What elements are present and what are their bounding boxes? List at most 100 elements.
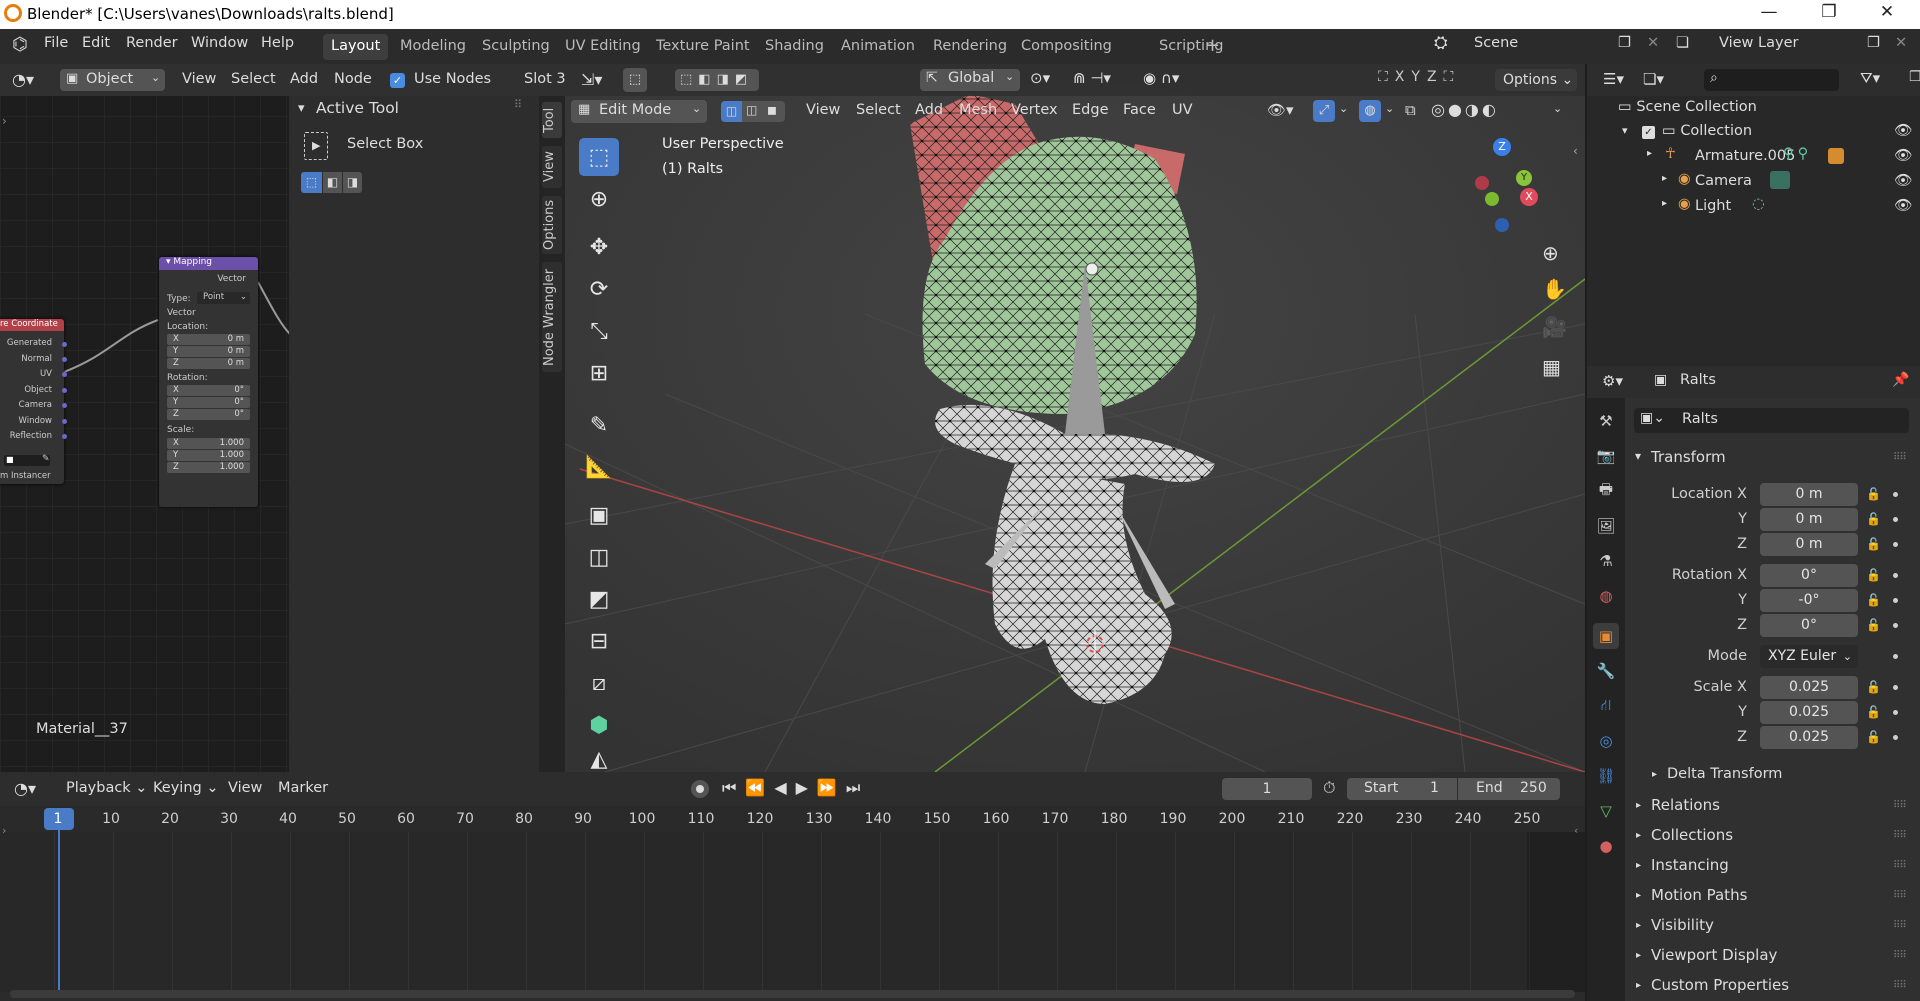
pan-hand-icon[interactable]: ✋ <box>1542 277 1567 301</box>
location-y-field[interactable]: 0 m <box>1760 508 1858 531</box>
eye-icon[interactable]: 👁 <box>1894 147 1912 164</box>
expand-icon[interactable]: ▸ <box>1636 950 1641 961</box>
menu-edit[interactable]: Edit <box>82 35 110 51</box>
keyframe-dot-icon[interactable] <box>1893 623 1898 628</box>
timeline-menu-view[interactable]: View <box>228 780 262 796</box>
scale-x-field[interactable]: X 1.000 <box>167 438 250 449</box>
collection-row[interactable]: ▭ Collection <box>1662 123 1752 139</box>
scale-x-field[interactable]: 0.025 <box>1760 676 1858 699</box>
display-mode-icon[interactable]: ❏▾ <box>1643 70 1664 88</box>
keyframe-dot-icon[interactable] <box>1893 492 1898 497</box>
3d-viewport[interactable]: ⇲▾ ⬚ ⬚◧◨◩ ⇱ Global ⌄ ⊙▾ ⋒ ⊣▾ ◉ ∩▾ ⛶XYZ⛶ … <box>565 64 1585 772</box>
world-tab-icon[interactable]: ◍ <box>1593 583 1619 609</box>
viewport-menu-view[interactable]: View <box>806 102 840 118</box>
scene-tab-icon[interactable]: ⚗ <box>1593 548 1619 574</box>
axis-gizmo[interactable]: Z X Y <box>1475 138 1578 258</box>
expand-icon[interactable]: ▸ <box>1636 890 1641 901</box>
expand-icon[interactable]: ▸ <box>1636 980 1641 991</box>
outliner-item-camera[interactable]: Camera <box>1695 173 1752 189</box>
selection-mode-buttons[interactable]: ⬚ ◧ ◨ <box>301 172 362 194</box>
editor-type-icon[interactable]: ⚙▾ <box>1602 372 1623 390</box>
lock-icon[interactable]: 🔓 <box>1866 705 1881 719</box>
tab-layout[interactable]: Layout <box>323 34 389 60</box>
delta-transform-subpanel[interactable]: Delta Transform <box>1667 766 1782 782</box>
data-tab-icon[interactable]: ▽ <box>1593 798 1619 824</box>
lock-icon[interactable]: 🔓 <box>1866 680 1881 694</box>
face-select-icon[interactable]: ◼ <box>767 103 777 117</box>
rotate-tool-icon[interactable]: ⟳ <box>579 270 619 308</box>
viewport-menu-face[interactable]: Face <box>1123 102 1156 118</box>
y-axis-ball[interactable]: Y <box>1516 170 1532 186</box>
mirror-axes-icon[interactable]: ⛶XYZ⛶ <box>1378 69 1460 85</box>
vertex-select-icon[interactable]: ◫ <box>721 101 742 122</box>
expand-icon[interactable]: ▸ <box>1636 800 1641 811</box>
view-layer-tab-icon[interactable]: 🖼 <box>1593 513 1619 539</box>
rotation-y-field[interactable]: Y 0° <box>167 397 250 408</box>
keyframe-dot-icon[interactable] <box>1893 685 1898 690</box>
tab-rendering[interactable]: Rendering <box>925 34 1015 60</box>
scale-z-field[interactable]: 0.025 <box>1760 726 1858 749</box>
drag-grip-icon[interactable]: ⠿⠿ <box>1893 920 1907 931</box>
sidebar-toggle-icon[interactable]: ‹ <box>1573 144 1578 158</box>
scale-y-field[interactable]: 0.025 <box>1760 701 1858 724</box>
rotation-z-field[interactable]: Z 0° <box>167 409 250 420</box>
subtract-selection-icon[interactable]: ◨ <box>343 172 362 193</box>
outliner-item-armature[interactable]: Armature.005 <box>1695 148 1795 164</box>
physics-tab-icon[interactable]: ◎ <box>1593 728 1619 754</box>
poly-build-tool-icon[interactable]: ⬢ <box>579 706 619 744</box>
tab-view[interactable]: View <box>542 146 562 188</box>
rotation-x-field[interactable]: 0° <box>1760 564 1858 587</box>
expand-icon[interactable]: ▸ <box>1647 148 1652 159</box>
tool-tab-icon[interactable]: ⚒ <box>1593 408 1619 434</box>
rotation-x-field[interactable]: X 0° <box>167 385 250 396</box>
neg-z-ball[interactable] <box>1495 218 1509 232</box>
restore-button[interactable]: ❐ <box>1806 2 1852 22</box>
rotation-y-field[interactable]: -0° <box>1760 589 1858 612</box>
editor-type-icon[interactable]: ☰▾ <box>1603 70 1624 88</box>
chevron-down-icon[interactable]: ⌄ <box>1339 102 1348 115</box>
motion-paths-section[interactable]: Motion Paths <box>1651 886 1747 904</box>
neg-x-ball[interactable] <box>1475 176 1489 190</box>
minimize-button[interactable]: — <box>1746 2 1792 22</box>
view-layer-selector-icon[interactable]: ❏ <box>1676 35 1689 51</box>
scale-tool-icon[interactable]: ⤡ <box>579 312 619 350</box>
chevron-down-icon[interactable]: ⌄ <box>1385 102 1394 115</box>
outliner-search-input[interactable] <box>1704 69 1839 91</box>
collections-section[interactable]: Collections <box>1651 826 1733 844</box>
knife-tool-icon[interactable]: ⧄ <box>579 664 619 702</box>
location-z-field[interactable]: 0 m <box>1760 533 1858 556</box>
texture-coordinate-node[interactable]: re Coordinate Generated Normal UV Object… <box>0 319 64 484</box>
relations-section[interactable]: Relations <box>1651 796 1720 814</box>
menu-help[interactable]: Help <box>261 35 294 51</box>
viewport-menu-add[interactable]: Add <box>915 102 943 118</box>
drag-grip-icon[interactable]: ⠿⠿ <box>1893 860 1907 871</box>
drag-grip-icon[interactable]: ⠿⠿ <box>1893 452 1907 463</box>
tab-compositing[interactable]: Compositing <box>1013 34 1120 60</box>
lock-icon[interactable]: 🔓 <box>1866 730 1881 744</box>
keyframe-dot-icon[interactable] <box>1893 710 1898 715</box>
tab-shading[interactable]: Shading <box>757 34 832 60</box>
collapse-icon[interactable]: ▾ <box>298 101 305 116</box>
light-data-icon[interactable]: ◌ <box>1752 196 1765 212</box>
mapping-node[interactable]: ▾ Mapping Vector Type: Point ⌄ Vector Loc… <box>159 257 258 507</box>
expand-icon[interactable]: ▸ <box>1662 173 1667 184</box>
viewport-menu-edge[interactable]: Edge <box>1072 102 1109 118</box>
location-x-field[interactable]: X0 m <box>167 334 250 345</box>
keyframe-dot-icon[interactable] <box>1893 654 1898 659</box>
lock-icon[interactable]: 🔓 <box>1866 593 1881 607</box>
keyframe-dot-icon[interactable] <box>1893 542 1898 547</box>
mapping-type-dropdown[interactable]: Point ⌄ <box>197 292 250 304</box>
lock-icon[interactable]: 🔓 <box>1866 487 1881 501</box>
gizmo-toggle-icon[interactable]: ⤢ <box>1313 100 1335 122</box>
material-tab-icon[interactable]: ● <box>1593 833 1619 859</box>
tab-texture-paint[interactable]: Texture Paint <box>648 34 758 60</box>
expand-icon[interactable]: ▸ <box>1652 769 1657 780</box>
tab-animation[interactable]: Animation <box>833 34 923 60</box>
rotation-z-field[interactable]: 0° <box>1760 614 1858 637</box>
scale-z-field[interactable]: Z 1.000 <box>167 462 250 473</box>
tab-uv-editing[interactable]: UV Editing <box>557 34 649 60</box>
new-collection-icon[interactable]: ❐ <box>1909 69 1920 85</box>
lock-icon[interactable]: 🔓 <box>1866 512 1881 526</box>
blender-menu-icon[interactable]: ⌬ <box>12 34 28 55</box>
timeline-menu-playback[interactable]: Playback ⌄ <box>66 780 147 796</box>
